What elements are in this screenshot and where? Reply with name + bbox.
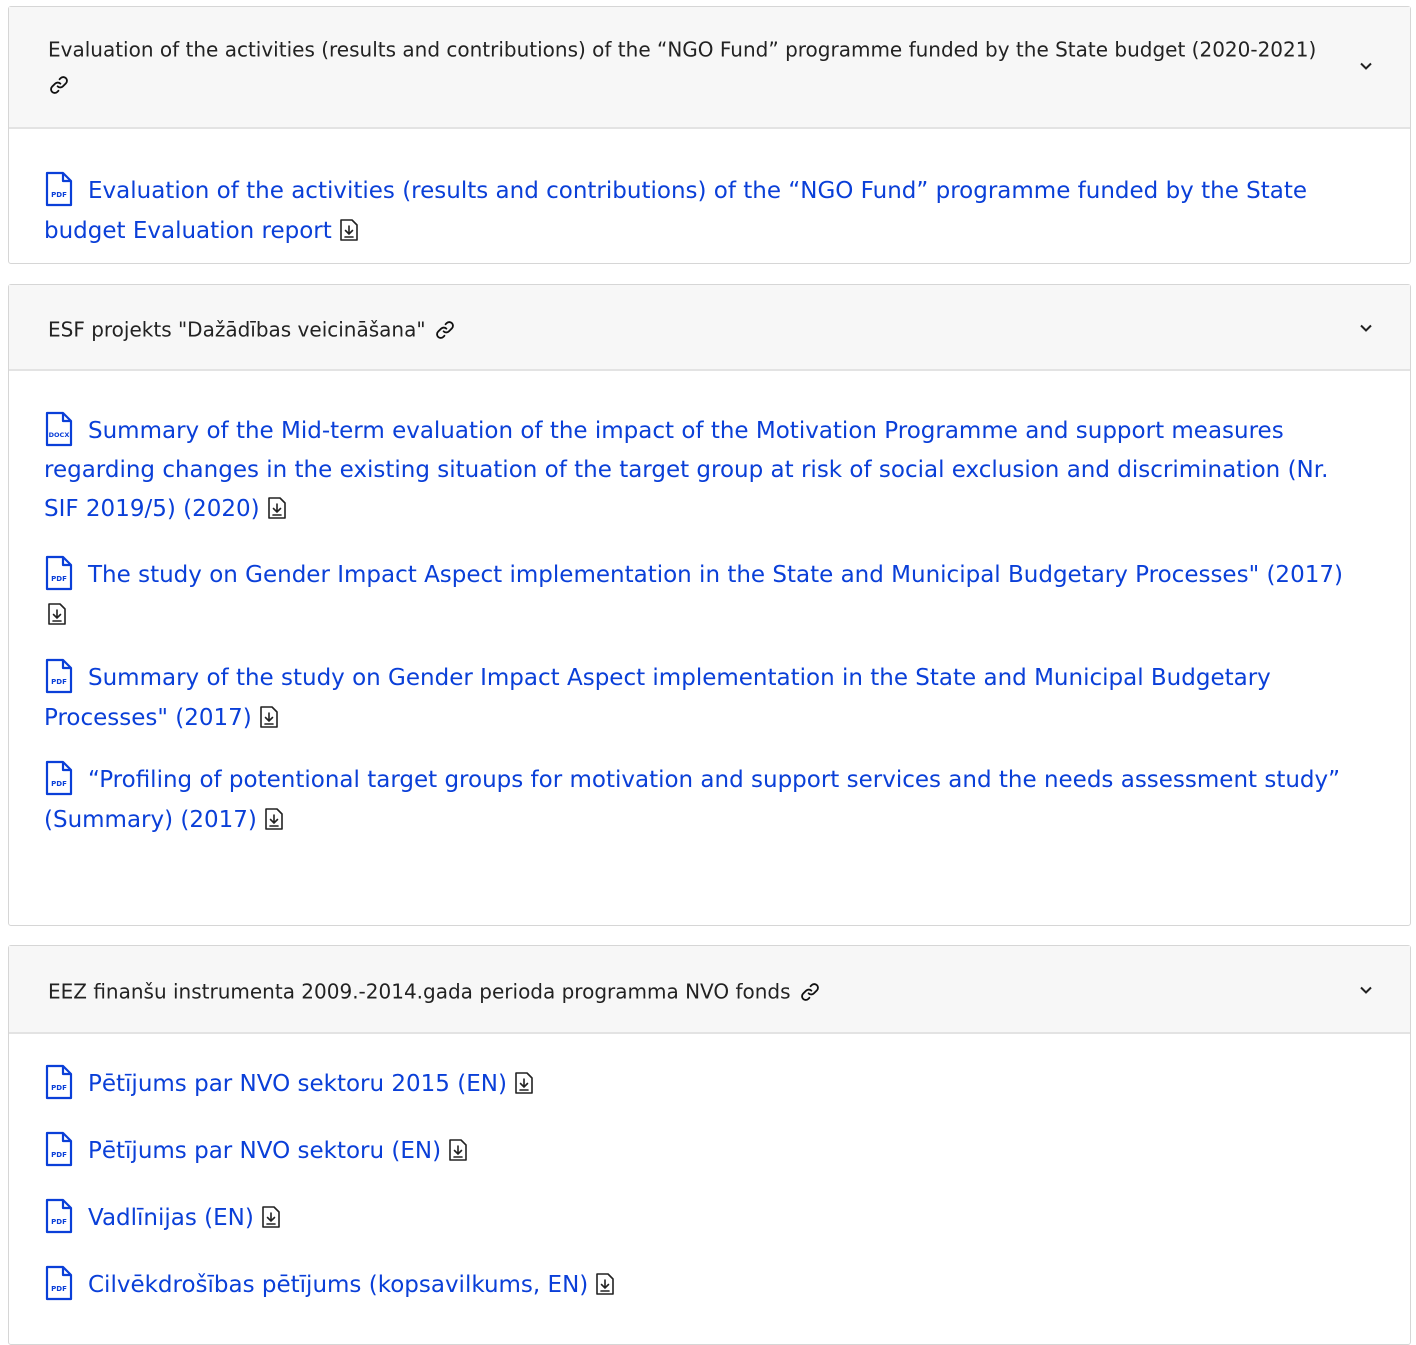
download-icon[interactable]	[594, 1272, 616, 1296]
document-item: PDF “Profiling of potentional target gro…	[44, 760, 1350, 840]
pdf-file-icon: PDF	[45, 1131, 73, 1167]
accordion-section: Evaluation of the activities (results an…	[8, 6, 1411, 264]
pdf-file-icon: PDF	[45, 760, 73, 796]
download-icon[interactable]	[263, 807, 285, 831]
document-link[interactable]: Pētījums par NVO sektoru (EN)	[88, 1138, 441, 1164]
document-item: DOCX Summary of the Mid-term evaluation …	[44, 411, 1350, 529]
accordion-body: PDF Evaluation of the activities (result…	[9, 129, 1410, 251]
document-link[interactable]: Vadlīnijas (EN)	[88, 1205, 254, 1231]
svg-text:PDF: PDF	[51, 780, 67, 788]
link-icon[interactable]	[434, 319, 456, 341]
chevron-down-icon[interactable]	[1358, 982, 1374, 998]
accordion-body: PDF Pētījums par NVO sektoru 2015 (EN) P…	[9, 1034, 1410, 1305]
document-link[interactable]: Cilvēkdrošības pētījums (kopsavilkums, E…	[88, 1272, 588, 1298]
chevron-down-icon[interactable]	[1358, 58, 1374, 74]
download-icon[interactable]	[46, 602, 68, 626]
download-icon[interactable]	[258, 705, 280, 729]
link-icon[interactable]	[48, 74, 70, 96]
download-icon[interactable]	[266, 496, 288, 520]
svg-text:DOCX: DOCX	[49, 431, 70, 439]
pdf-file-icon: PDF	[45, 1064, 73, 1100]
accordion-title: EEZ finanšu instrumenta 2009.-2014.gada …	[48, 979, 791, 1004]
svg-text:PDF: PDF	[51, 1084, 67, 1092]
document-link[interactable]: “Profiling of potentional target groups …	[44, 767, 1340, 833]
document-link[interactable]: The study on Gender Impact Aspect implem…	[88, 562, 1343, 588]
document-link[interactable]: Summary of the Mid-term evaluation of th…	[44, 418, 1328, 522]
pdf-file-icon: PDF	[45, 1198, 73, 1234]
document-link[interactable]: Pētījums par NVO sektoru 2015 (EN)	[88, 1071, 507, 1097]
document-item: PDF Pētījums par NVO sektoru (EN)	[44, 1131, 1350, 1171]
accordion-header[interactable]: EEZ finanšu instrumenta 2009.-2014.gada …	[9, 946, 1410, 1034]
accordion-body: DOCX Summary of the Mid-term evaluation …	[9, 371, 1410, 840]
accordion-header[interactable]: ESF projekts "Dažādības veicināšana"	[9, 285, 1410, 371]
accordion-section: EEZ finanšu instrumenta 2009.-2014.gada …	[8, 945, 1411, 1345]
document-item: PDF Summary of the study on Gender Impac…	[44, 658, 1350, 738]
pdf-file-icon: PDF	[45, 658, 73, 694]
download-icon[interactable]	[513, 1071, 535, 1095]
document-item: PDF Pētījums par NVO sektoru 2015 (EN)	[44, 1064, 1350, 1104]
accordion-header[interactable]: Evaluation of the activities (results an…	[9, 7, 1410, 129]
document-link[interactable]: Summary of the study on Gender Impact As…	[44, 665, 1271, 731]
document-item: PDF Cilvēkdrošības pētījums (kopsavilkum…	[44, 1265, 1350, 1305]
svg-text:PDF: PDF	[51, 678, 67, 686]
document-item: PDF The study on Gender Impact Aspect im…	[44, 555, 1350, 635]
download-icon[interactable]	[447, 1138, 469, 1162]
document-link[interactable]: Evaluation of the activities (results an…	[44, 178, 1307, 244]
pdf-file-icon: PDF	[45, 1265, 73, 1301]
link-icon[interactable]	[799, 981, 821, 1003]
accordion-title: ESF projekts "Dažādības veicināšana"	[48, 317, 426, 342]
accordion-title: Evaluation of the activities (results an…	[48, 37, 1317, 62]
svg-text:PDF: PDF	[51, 1285, 67, 1293]
docx-file-icon: DOCX	[45, 411, 73, 447]
svg-text:PDF: PDF	[51, 1151, 67, 1159]
accordion-section: ESF projekts "Dažādības veicināšana" DOC…	[8, 284, 1411, 926]
document-item: PDF Vadlīnijas (EN)	[44, 1198, 1350, 1238]
svg-text:PDF: PDF	[51, 191, 67, 199]
pdf-file-icon: PDF	[45, 555, 73, 591]
svg-text:PDF: PDF	[51, 575, 67, 583]
svg-text:PDF: PDF	[51, 1218, 67, 1226]
pdf-file-icon: PDF	[45, 171, 73, 207]
download-icon[interactable]	[260, 1205, 282, 1229]
document-item: PDF Evaluation of the activities (result…	[44, 171, 1350, 251]
download-icon[interactable]	[338, 218, 360, 242]
chevron-down-icon[interactable]	[1358, 320, 1374, 336]
